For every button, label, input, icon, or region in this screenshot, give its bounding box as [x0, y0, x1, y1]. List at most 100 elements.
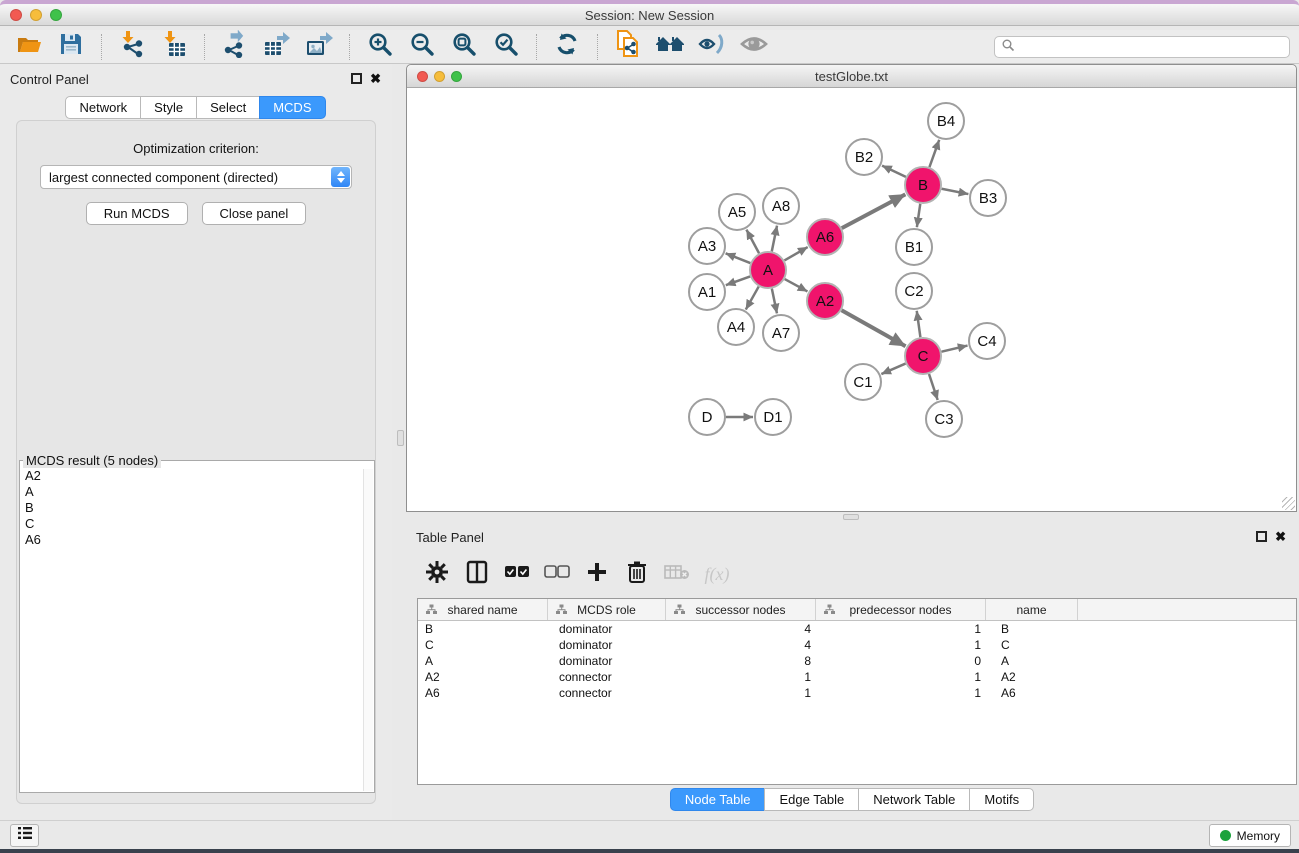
show-all-button[interactable] [733, 32, 775, 62]
refresh-view-button[interactable] [546, 32, 588, 62]
run-mcds-button[interactable]: Run MCDS [86, 202, 188, 225]
tab-style[interactable]: Style [140, 96, 197, 119]
search-input[interactable] [1015, 38, 1289, 56]
column-header-shared-name[interactable]: shared name [418, 599, 548, 620]
control-panel: Control Panel ✖ Network Style Select MCD… [0, 64, 392, 820]
graph-edge-A2-C[interactable] [842, 310, 906, 346]
close-table-panel-icon[interactable]: ✖ [1275, 529, 1286, 545]
memory-label: Memory [1237, 829, 1280, 843]
list-scrollbar[interactable] [363, 469, 373, 791]
export-network-button[interactable] [214, 32, 256, 62]
hide-selected-button[interactable] [691, 32, 733, 62]
task-history-button[interactable] [10, 824, 39, 847]
toolbar-separator [101, 34, 102, 60]
tab-edge-table[interactable]: Edge Table [764, 788, 859, 811]
tab-node-table[interactable]: Node Table [670, 788, 766, 811]
graph-edge-A-A4[interactable] [746, 287, 759, 310]
checked-boxes-icon [504, 565, 530, 584]
mcds-result-title: MCDS result (5 nodes) [23, 453, 161, 468]
table-row[interactable]: Bdominator41B [418, 621, 1296, 637]
mcds-result-item[interactable]: A2 [20, 468, 374, 484]
table-settings-button[interactable] [424, 560, 450, 588]
network-view-window: testGlobe.txt B4B2BB3A5A8A6A3B1AA1C2A2A4… [406, 64, 1297, 512]
graph-edge-A-A2[interactable] [785, 279, 808, 291]
toolbar-search[interactable] [994, 36, 1290, 58]
mcds-panel: Optimization criterion: largest connecte… [16, 120, 376, 804]
tab-network[interactable]: Network [65, 96, 141, 119]
graph-edge-B-B2[interactable] [882, 166, 906, 177]
mcds-result-item[interactable]: A6 [20, 532, 374, 548]
graph-node-label-B4: B4 [937, 113, 955, 130]
zoom-in-button[interactable] [359, 32, 401, 62]
zoom-out-button[interactable] [401, 32, 443, 62]
table-cell: C [418, 637, 548, 653]
home-layout-button[interactable] [649, 32, 691, 62]
graph-edge-C-C4[interactable] [941, 346, 967, 352]
zoom-selected-button[interactable] [485, 32, 527, 62]
table-row[interactable]: Adominator80A [418, 653, 1296, 669]
import-table-button[interactable] [153, 32, 195, 62]
criterion-dropdown[interactable]: largest connected component (directed) [40, 165, 352, 189]
graph-edge-A-A3[interactable] [726, 253, 751, 263]
window-resize-grip[interactable] [1282, 497, 1295, 510]
select-all-button[interactable] [504, 560, 530, 588]
graph-edge-A-A7[interactable] [772, 289, 777, 314]
deselect-all-button[interactable] [544, 560, 570, 588]
vertical-split-grip[interactable] [397, 430, 404, 446]
graph-edge-A-A8[interactable] [772, 226, 777, 252]
table-row[interactable]: A2connector11A2 [418, 669, 1296, 685]
export-table-icon [263, 30, 291, 63]
graph-edge-C-C2[interactable] [917, 311, 921, 337]
table-row[interactable]: A6connector11A6 [418, 685, 1296, 701]
tab-mcds[interactable]: MCDS [259, 96, 325, 119]
close-panel-icon[interactable]: ✖ [370, 71, 381, 87]
column-header-predecessor-nodes[interactable]: predecessor nodes [816, 599, 986, 620]
function-builder-button: f(x) [704, 560, 730, 588]
new-network-from-selection-button[interactable] [607, 32, 649, 62]
tab-motifs[interactable]: Motifs [969, 788, 1034, 811]
export-table-button[interactable] [256, 32, 298, 62]
node-table[interactable]: shared nameMCDS rolesuccessor nodesprede… [417, 598, 1297, 785]
eye-slash-icon [697, 31, 727, 62]
graph-edge-A-A5[interactable] [746, 230, 759, 254]
graph-edge-C-C3[interactable] [929, 374, 938, 400]
column-type-icon [556, 604, 567, 618]
table-cell: 4 [666, 621, 816, 637]
graph-edge-A-A1[interactable] [726, 276, 750, 285]
tab-network-table[interactable]: Network Table [858, 788, 970, 811]
column-header-MCDS-role[interactable]: MCDS role [548, 599, 666, 620]
mcds-result-item[interactable]: C [20, 516, 374, 532]
table-cell: 1 [816, 637, 986, 653]
mcds-result-list[interactable]: A2ABCA6 [20, 468, 374, 792]
network-canvas[interactable]: B4B2BB3A5A8A6A3B1AA1C2A2A4A7C4CC1C3DD1 [407, 88, 1296, 511]
graph-edge-B-B1[interactable] [917, 204, 920, 227]
show-column-panel-button[interactable] [464, 560, 490, 588]
graph-node-label-B3: B3 [979, 190, 997, 207]
import-network-button[interactable] [111, 32, 153, 62]
horizontal-split-grip[interactable] [843, 514, 859, 520]
graph-edge-B-B3[interactable] [942, 189, 969, 194]
table-cell: 0 [816, 653, 986, 669]
open-session-button[interactable] [8, 32, 50, 62]
close-panel-button[interactable]: Close panel [202, 202, 307, 225]
graph-edge-B-B4[interactable] [929, 140, 939, 167]
add-column-button[interactable] [584, 560, 610, 588]
zoom-fit-button[interactable] [443, 32, 485, 62]
mcds-result-item[interactable]: A [20, 484, 374, 500]
graph-edge-A-A6[interactable] [784, 247, 807, 260]
delete-column-button[interactable] [624, 560, 650, 588]
graph-edge-C-C1[interactable] [881, 364, 905, 374]
column-header-successor-nodes[interactable]: successor nodes [666, 599, 816, 620]
float-table-panel-icon[interactable] [1256, 531, 1267, 542]
mcds-result-item[interactable]: B [20, 500, 374, 516]
window-titlebar: Session: New Session [0, 0, 1299, 26]
float-panel-icon[interactable] [351, 73, 362, 84]
open-folder-icon [15, 31, 43, 62]
graph-edge-A6-B[interactable] [842, 194, 906, 228]
column-header-name[interactable]: name [986, 599, 1078, 620]
save-session-button[interactable] [50, 32, 92, 62]
table-row[interactable]: Cdominator41C [418, 637, 1296, 653]
memory-button[interactable]: Memory [1209, 824, 1291, 847]
tab-select[interactable]: Select [196, 96, 260, 119]
export-image-button[interactable] [298, 32, 340, 62]
